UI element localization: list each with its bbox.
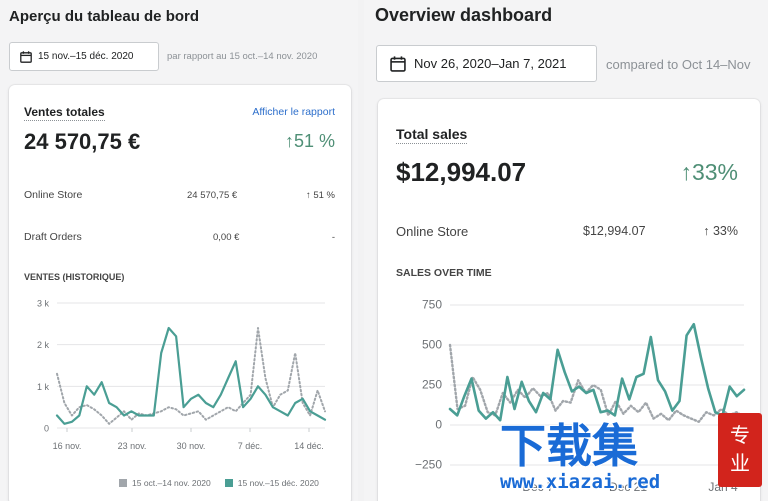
x-tick-label: 23 nov. [118, 441, 147, 451]
y-tick-label: 500 [422, 338, 442, 352]
date-range-label: 15 nov.–15 déc. 2020 [38, 51, 134, 62]
x-tick-label: 14 déc. [294, 441, 324, 451]
y-tick-label: −250 [415, 458, 442, 472]
sales-over-time-chart: −250 0 250 500 750 Dec 7 Dec 21 Jan 4 [415, 298, 746, 494]
series-line-current [55, 326, 327, 425]
x-tick-label: Jan 4 [708, 480, 738, 494]
x-tick-label: Dec 21 [609, 480, 647, 494]
x-tick-label: 30 nov. [177, 441, 206, 451]
calendar-icon [390, 55, 406, 72]
sales-history-chart: 0 1 k 2 k 3 k 16 nov. 23 nov. 30 nov. 7 déc. 14 … [37, 299, 327, 451]
y-tick-label: 0 [44, 424, 49, 434]
date-range-button[interactable]: Nov 26, 2020–Jan 7, 2021 [376, 45, 597, 82]
x-tick-label: 7 déc. [238, 441, 263, 451]
total-sales-card: Total sales $12,994.07 ↑33% Online Store… [378, 99, 760, 501]
comparison-text: par rapport au 15 oct.–14 nov. 2020 [167, 51, 318, 62]
date-range-button[interactable]: 15 nov.–15 déc. 2020 [9, 42, 159, 71]
x-tick-label: 16 nov. [53, 441, 82, 451]
page-title: Overview dashboard [375, 5, 553, 25]
series-line-previous [56, 327, 326, 425]
left-dashboard-panel: Aperçu du tableau de bord 15 nov.–15 déc… [0, 0, 358, 501]
legend-swatch-current [224, 479, 233, 487]
y-tick-label: 750 [422, 298, 442, 312]
comparison-text: compared to Oct 14–Nov [606, 57, 751, 72]
y-tick-label: 2 k [37, 340, 50, 350]
legend-label-current: 15 nov.–15 déc. 2020 [237, 478, 319, 488]
y-tick-label: 1 k [37, 382, 50, 392]
page-title: Aperçu du tableau de bord [9, 8, 200, 25]
calendar-icon [20, 50, 32, 63]
date-range-label: Nov 26, 2020–Jan 7, 2021 [414, 56, 567, 71]
chart-legend: 15 oct.–14 nov. 2020 15 nov.–15 déc. 202… [119, 478, 319, 488]
legend-swatch-previous [119, 479, 127, 487]
x-tick-label: Dec 7 [522, 480, 554, 494]
right-dashboard-panel: Overview dashboard Nov 26, 2020–Jan 7, 2… [364, 0, 768, 501]
total-sales-card: Ventes totales Afficher le rapport 24 57… [9, 85, 351, 501]
y-tick-label: 250 [422, 378, 442, 392]
y-tick-label: 3 k [37, 299, 50, 309]
legend-label-previous: 15 oct.–14 nov. 2020 [132, 478, 211, 488]
y-tick-label: 0 [435, 418, 442, 432]
series-line-current [448, 322, 746, 422]
